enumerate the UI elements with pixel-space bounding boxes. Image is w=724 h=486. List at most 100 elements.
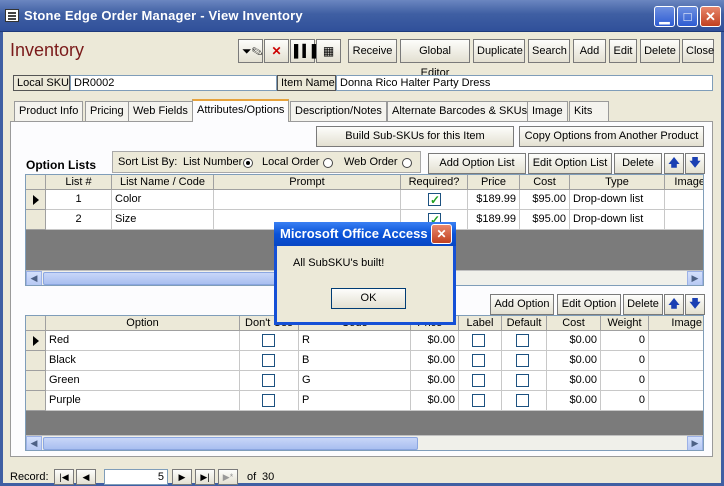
row-selector[interactable] bbox=[26, 351, 46, 371]
grid-icon[interactable]: ▦ bbox=[316, 39, 341, 63]
ok-button[interactable]: OK bbox=[331, 288, 406, 309]
tab-web-fields[interactable]: Web Fields bbox=[128, 101, 193, 121]
table-row[interactable]: Red R $0.00 $0.00 0 bbox=[26, 331, 703, 351]
sort-list-number-radio[interactable] bbox=[243, 157, 253, 169]
dont-use-checkbox[interactable] bbox=[262, 374, 275, 387]
scroll-thumb[interactable] bbox=[43, 272, 313, 285]
previous-record-icon[interactable]: ◀ bbox=[76, 469, 96, 485]
option-image-cell[interactable] bbox=[649, 331, 703, 351]
table-row[interactable]: Purple P $0.00 $0.00 0 bbox=[26, 391, 703, 411]
option-cost-cell[interactable]: $0.00 bbox=[547, 331, 601, 351]
sort-local-order-radio[interactable] bbox=[323, 157, 333, 169]
scroll-right-icon[interactable]: ▶ bbox=[687, 271, 703, 285]
table-row[interactable]: Black B $0.00 $0.00 0 bbox=[26, 351, 703, 371]
row-selector[interactable] bbox=[26, 331, 46, 351]
edit-button[interactable]: Edit bbox=[609, 39, 637, 63]
prompt-cell[interactable] bbox=[214, 190, 401, 210]
type-cell[interactable]: Drop-down list bbox=[570, 210, 665, 230]
option-image-cell[interactable] bbox=[649, 371, 703, 391]
list-name-cell[interactable]: Size bbox=[112, 210, 214, 230]
option-cell[interactable]: Green bbox=[46, 371, 240, 391]
option-move-up-icon[interactable]: 🡅 bbox=[664, 294, 684, 315]
type-cell[interactable]: Drop-down list bbox=[570, 190, 665, 210]
move-down-icon[interactable]: 🡇 bbox=[685, 153, 705, 174]
first-record-icon[interactable]: |◀ bbox=[54, 469, 74, 485]
tab-kits[interactable]: Kits bbox=[569, 101, 609, 121]
dont-use-checkbox[interactable] bbox=[262, 354, 275, 367]
price-plus-cell[interactable]: $0.00 bbox=[411, 351, 459, 371]
price-cell[interactable]: $189.99 bbox=[468, 190, 520, 210]
delete-option-button[interactable]: Delete bbox=[623, 294, 663, 315]
default-checkbox[interactable] bbox=[516, 374, 529, 387]
default-checkbox[interactable] bbox=[516, 334, 529, 347]
option-image-cell[interactable] bbox=[649, 351, 703, 371]
list-name-cell[interactable]: Color bbox=[112, 190, 214, 210]
list-num-cell[interactable]: 2 bbox=[46, 210, 112, 230]
last-record-icon[interactable]: ▶| bbox=[195, 469, 215, 485]
barcode-icon[interactable]: ▌▍▌▍ bbox=[290, 39, 329, 63]
scroll-thumb[interactable] bbox=[43, 437, 418, 450]
code-cell[interactable]: P bbox=[299, 391, 411, 411]
price-plus-cell[interactable]: $0.00 bbox=[411, 391, 459, 411]
row-selector[interactable] bbox=[26, 391, 46, 411]
build-subskus-button[interactable]: Build Sub-SKUs for this Item bbox=[316, 126, 514, 147]
scroll-left-icon[interactable]: ◀ bbox=[26, 271, 42, 285]
option-cost-cell[interactable]: $0.00 bbox=[547, 351, 601, 371]
tab-attributes-options[interactable]: Attributes/Options bbox=[192, 99, 290, 122]
local-sku-field[interactable]: DR0002 bbox=[70, 75, 277, 91]
add-option-list-button[interactable]: Add Option List bbox=[428, 153, 526, 174]
close-button[interactable]: Close bbox=[682, 39, 714, 63]
row-selector[interactable] bbox=[26, 210, 46, 230]
delete-option-list-button[interactable]: Delete bbox=[614, 153, 662, 174]
option-image-cell[interactable] bbox=[649, 391, 703, 411]
label-checkbox[interactable] bbox=[472, 354, 485, 367]
cost-cell[interactable]: $95.00 bbox=[520, 210, 570, 230]
label-checkbox[interactable] bbox=[472, 334, 485, 347]
close-window-button[interactable]: ✕ bbox=[700, 6, 721, 27]
table-row[interactable]: 1 Color $189.99 $95.00 Drop-down list bbox=[26, 190, 703, 210]
default-checkbox[interactable] bbox=[516, 354, 529, 367]
tab-alternate-barcodes[interactable]: Alternate Barcodes & SKUs bbox=[387, 101, 533, 121]
weight-cell[interactable]: 0 bbox=[601, 351, 649, 371]
edit-option-button[interactable]: Edit Option bbox=[557, 294, 621, 315]
tab-description-notes[interactable]: Description/Notes bbox=[290, 101, 387, 121]
price-cell[interactable]: $189.99 bbox=[468, 210, 520, 230]
dialog-title[interactable]: Microsoft Office Access bbox=[274, 222, 456, 246]
required-checkbox[interactable] bbox=[428, 191, 441, 209]
option-move-down-icon[interactable]: 🡇 bbox=[685, 294, 705, 315]
delete-button[interactable]: Delete bbox=[640, 39, 680, 63]
maximize-button[interactable]: □ bbox=[677, 6, 698, 27]
funnel-x-icon[interactable]: ✕ bbox=[264, 39, 289, 63]
add-button[interactable]: Add bbox=[573, 39, 606, 63]
label-checkbox[interactable] bbox=[472, 394, 485, 407]
option-cell[interactable]: Red bbox=[46, 331, 240, 351]
window-title-bar[interactable]: Stone Edge Order Manager - View Inventor… bbox=[0, 0, 724, 32]
scroll-left-icon[interactable]: ◀ bbox=[26, 436, 42, 450]
copy-options-button[interactable]: Copy Options from Another Product bbox=[519, 126, 704, 147]
label-checkbox[interactable] bbox=[472, 374, 485, 387]
option-cost-cell[interactable]: $0.00 bbox=[547, 391, 601, 411]
option-cell[interactable]: Purple bbox=[46, 391, 240, 411]
edit-option-list-button[interactable]: Edit Option List bbox=[528, 153, 612, 174]
row-selector[interactable] bbox=[26, 371, 46, 391]
tab-image[interactable]: Image bbox=[527, 101, 568, 121]
image-cell[interactable] bbox=[665, 210, 703, 230]
item-name-field[interactable]: Donna Rico Halter Party Dress bbox=[336, 75, 713, 91]
search-button[interactable]: Search bbox=[528, 39, 570, 63]
receive-button[interactable]: Receive bbox=[348, 39, 397, 63]
code-cell[interactable]: R bbox=[299, 331, 411, 351]
list-num-cell[interactable]: 1 bbox=[46, 190, 112, 210]
row-selector[interactable] bbox=[26, 190, 46, 210]
code-cell[interactable]: G bbox=[299, 371, 411, 391]
tab-product-info[interactable]: Product Info bbox=[14, 101, 84, 121]
default-checkbox[interactable] bbox=[516, 394, 529, 407]
dont-use-checkbox[interactable] bbox=[262, 334, 275, 347]
weight-cell[interactable]: 0 bbox=[601, 331, 649, 351]
price-plus-cell[interactable]: $0.00 bbox=[411, 331, 459, 351]
dialog-close-icon[interactable]: ✕ bbox=[431, 224, 452, 244]
next-record-icon[interactable]: ▶ bbox=[172, 469, 192, 485]
code-cell[interactable]: B bbox=[299, 351, 411, 371]
funnel-pencil-icon[interactable]: ⏷✎ bbox=[238, 39, 263, 63]
record-number-field[interactable]: 5 bbox=[104, 469, 168, 485]
cost-cell[interactable]: $95.00 bbox=[520, 190, 570, 210]
